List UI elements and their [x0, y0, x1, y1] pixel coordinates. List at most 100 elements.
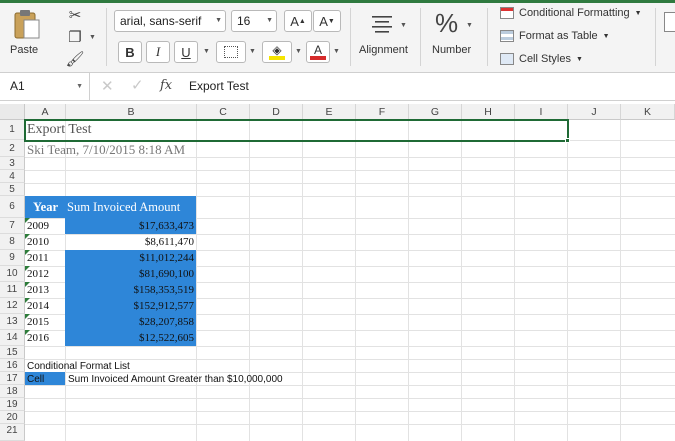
row-header-label: 9 — [9, 252, 15, 263]
row-header-9[interactable]: 9 — [0, 250, 25, 266]
column-header-label: F — [378, 106, 386, 118]
formula-input[interactable]: Export Test — [189, 79, 249, 93]
cell-styles-button[interactable]: Cell Styles ▼ — [500, 53, 583, 65]
insert-function-icon[interactable]: fx — [160, 78, 172, 93]
row-header-7[interactable]: 7 — [0, 218, 25, 234]
font-color-dropdown-icon[interactable]: ▼ — [333, 48, 340, 55]
paste-button[interactable]: Paste — [6, 4, 52, 66]
gridline — [25, 411, 675, 412]
column-header-f[interactable]: F — [356, 104, 409, 120]
copy-dropdown-caret-icon[interactable]: ▼ — [89, 34, 96, 41]
table-cell-amount: $28,207,858 — [139, 316, 194, 328]
cells-group-icon[interactable] — [664, 12, 675, 32]
row-header-label: 5 — [9, 184, 15, 195]
row-header-5[interactable]: 5 — [0, 183, 25, 196]
row-header-13[interactable]: 13 — [0, 314, 25, 330]
increase-font-label: A — [290, 13, 299, 29]
borders-button[interactable] — [216, 41, 246, 63]
gridline — [25, 359, 675, 360]
number-format-button[interactable]: % ▼ Number — [425, 6, 480, 66]
active-cell-selection[interactable] — [24, 119, 569, 142]
select-all-corner[interactable] — [0, 104, 25, 120]
increase-font-size-button[interactable]: A ▲ — [284, 10, 312, 32]
column-header-j[interactable]: J — [568, 104, 621, 120]
fill-color-button[interactable]: ◈ — [262, 41, 292, 63]
borders-dropdown-icon[interactable]: ▼ — [249, 48, 256, 55]
table-cell-amount: $152,912,577 — [133, 300, 195, 312]
format-as-table-button[interactable]: Format as Table ▼ — [500, 30, 610, 42]
row-header-6[interactable]: 6 — [0, 196, 25, 218]
cell-area[interactable]: Export Test Ski Team, 7/10/2015 8:18 AM … — [24, 119, 675, 441]
column-header-b[interactable]: B — [66, 104, 197, 120]
alignment-button[interactable]: ▼ Alignment — [355, 6, 415, 66]
column-header-h[interactable]: H — [462, 104, 515, 120]
italic-label: I — [155, 44, 161, 59]
font-color-button[interactable]: A — [306, 41, 330, 63]
row-header-1[interactable]: 1 — [0, 120, 25, 140]
column-header-e[interactable]: E — [303, 104, 356, 120]
ribbon-accent-line — [0, 0, 675, 3]
fill-handle[interactable] — [565, 138, 570, 143]
decrease-font-size-button[interactable]: A ▼ — [313, 10, 341, 32]
underline-button[interactable]: U — [174, 41, 198, 63]
percent-icon: % — [435, 8, 459, 38]
row-header-label: 8 — [9, 236, 15, 247]
row-header-20[interactable]: 20 — [0, 411, 25, 424]
underline-dropdown-icon[interactable]: ▼ — [203, 48, 210, 55]
cut-icon[interactable]: ✂ — [64, 6, 86, 24]
row-header-12[interactable]: 12 — [0, 298, 25, 314]
row-header-label: 17 — [6, 373, 18, 384]
row-header-14[interactable]: 14 — [0, 330, 25, 346]
chevron-down-icon: ▼ — [76, 83, 83, 90]
row-header-21[interactable]: 21 — [0, 424, 25, 441]
cell-styles-icon — [500, 53, 514, 65]
italic-button[interactable]: I — [146, 41, 170, 63]
row-header-label: 19 — [6, 399, 18, 410]
row-header-label: 18 — [6, 386, 18, 397]
row-header-16[interactable]: 16 — [0, 359, 25, 372]
row-header-2[interactable]: 2 — [0, 140, 25, 157]
column-header-d[interactable]: D — [250, 104, 303, 120]
chevron-down-icon: ▼ — [634, 9, 642, 17]
column-header-label: G — [430, 106, 440, 118]
gridline — [25, 372, 675, 373]
column-header-c[interactable]: C — [197, 104, 250, 120]
format-painter-icon[interactable]: 🖌 — [64, 50, 86, 68]
column-header-i[interactable]: I — [515, 104, 568, 120]
align-lines-icon — [372, 16, 392, 33]
row-header-18[interactable]: 18 — [0, 385, 25, 398]
number-label: Number — [432, 44, 472, 56]
ribbon-separator — [420, 8, 421, 66]
row-header-label: 12 — [6, 300, 18, 311]
confirm-entry-icon[interactable]: ✓ — [131, 76, 144, 94]
row-header-11[interactable]: 11 — [0, 282, 25, 298]
conditional-formatting-label: Conditional Formatting — [519, 7, 630, 19]
column-header-label: H — [484, 106, 492, 118]
font-size-select[interactable]: 16 ▼ — [231, 10, 277, 32]
bold-button[interactable]: B — [118, 41, 142, 63]
ribbon-toolbar: Paste ✂ ❐ ▼ 🖌 arial, sans-serif ▼ 16 ▼ A… — [0, 0, 675, 73]
column-header-k[interactable]: K — [621, 104, 675, 120]
table-header-amount: Sum Invoiced Amount — [67, 200, 181, 214]
column-header-a[interactable]: A — [25, 104, 66, 120]
table-cell-amount: $11,012,244 — [139, 252, 194, 264]
copy-icon[interactable]: ❐ — [64, 28, 86, 46]
fill-color-dropdown-icon[interactable]: ▼ — [295, 48, 302, 55]
name-box[interactable]: A1 ▼ — [0, 73, 90, 100]
font-name-select[interactable]: arial, sans-serif ▼ — [114, 10, 226, 32]
borders-icon — [224, 46, 238, 58]
row-header-10[interactable]: 10 — [0, 266, 25, 282]
row-header-8[interactable]: 8 — [0, 234, 25, 250]
row-header-19[interactable]: 19 — [0, 398, 25, 411]
row-header-15[interactable]: 15 — [0, 346, 25, 359]
row-header-4[interactable]: 4 — [0, 170, 25, 183]
cancel-entry-icon[interactable]: ✕ — [101, 77, 114, 95]
row-header-17[interactable]: 17 — [0, 372, 25, 385]
font-color-label: A — [313, 42, 322, 57]
cf-cell-label: Cell — [27, 374, 45, 385]
column-header-g[interactable]: G — [409, 104, 462, 120]
row-header-3[interactable]: 3 — [0, 157, 25, 170]
gridline — [302, 120, 303, 441]
conditional-formatting-button[interactable]: Conditional Formatting ▼ — [500, 7, 642, 19]
spreadsheet-grid: A B C D E F G H I J K 1 2 3 4 5 6 7 8 9 … — [0, 104, 675, 441]
